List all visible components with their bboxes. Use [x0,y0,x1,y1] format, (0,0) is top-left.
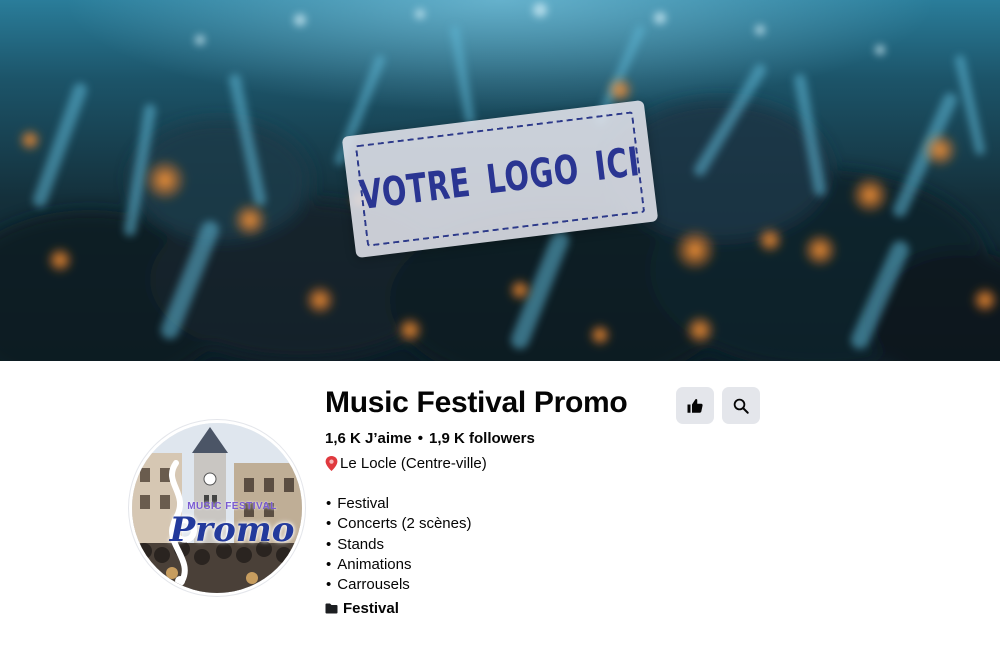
followers-count[interactable]: 1,9 K followers [429,430,535,447]
page-title: Music Festival Promo [325,386,628,419]
cover-photo[interactable]: VOTRE LOGO ICI [0,0,1000,361]
category-text[interactable]: Festival [343,600,399,617]
page-stats: 1,6 K J’aime • 1,9 K followers [325,430,535,447]
list-item: Concerts (2 scènes) [325,514,471,534]
list-item: Festival [325,494,471,514]
category-line: Festival [325,600,399,617]
list-item: Animations [325,555,471,575]
likes-count[interactable]: 1,6 K J’aime [325,430,412,447]
logo-placeholder-border: VOTRE LOGO ICI [354,111,646,247]
thumbs-up-icon [687,398,703,413]
stats-separator: • [417,430,423,447]
avatar-brand: MUSIC FESTIVAL Promo [162,501,302,550]
pin-icon [325,456,338,471]
list-item: Carrousels [325,575,471,595]
location-line: Le Locle (Centre-ville) [325,455,487,472]
list-item: Stands [325,535,471,555]
magnifier-icon [733,398,749,414]
avatar-brand-main: Promo [169,510,295,550]
search-button[interactable] [722,387,760,424]
logo-placeholder-text: VOTRE LOGO ICI [357,138,643,220]
like-button[interactable] [676,387,714,424]
location-text: Le Locle (Centre-ville) [340,455,487,472]
profile-avatar[interactable]: MUSIC FESTIVAL Promo [132,423,302,593]
folder-icon [325,603,338,614]
features-list: Festival Concerts (2 scènes) Stands Anim… [325,494,471,595]
